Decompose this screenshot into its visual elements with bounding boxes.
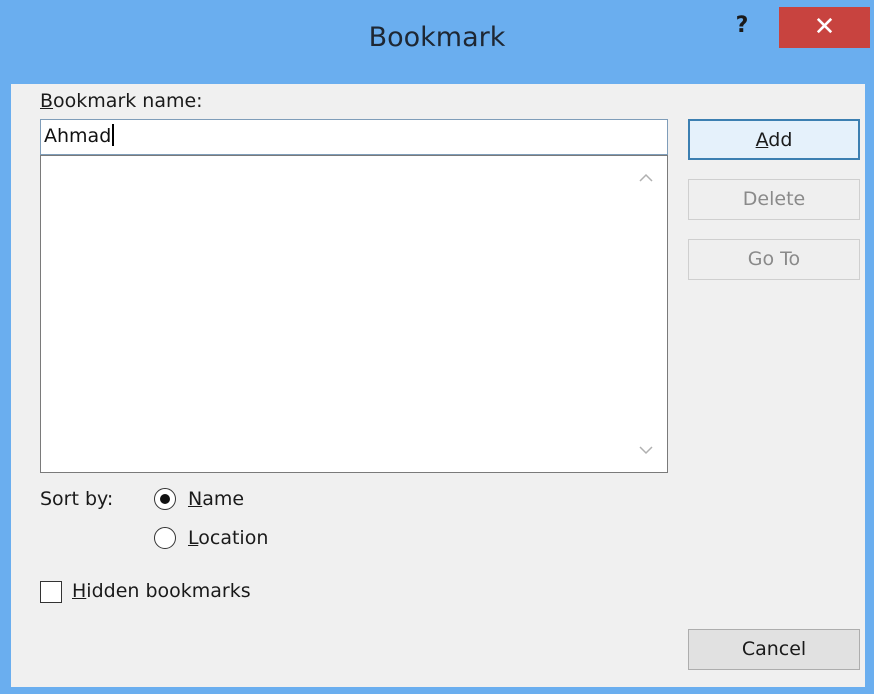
sort-by-label: Sort by: bbox=[40, 488, 114, 510]
help-button[interactable]: ? bbox=[722, 10, 762, 42]
text-caret bbox=[112, 124, 115, 146]
bookmark-name-value: Ahmad bbox=[44, 125, 112, 147]
bookmark-dialog: Bookmark ? ✕ Bookmark name: Ahmad Add De… bbox=[0, 0, 874, 694]
bookmark-list[interactable] bbox=[40, 155, 668, 473]
chevron-down-icon[interactable] bbox=[635, 440, 657, 458]
bookmark-name-label: Bookmark name: bbox=[40, 90, 203, 112]
delete-button[interactable]: Delete bbox=[688, 179, 860, 220]
cancel-button[interactable]: Cancel bbox=[688, 629, 860, 670]
close-button[interactable]: ✕ bbox=[779, 7, 870, 48]
bookmark-name-input[interactable]: Ahmad bbox=[40, 119, 668, 155]
sort-location-radio[interactable] bbox=[154, 527, 176, 549]
radio-selected-dot bbox=[160, 494, 170, 504]
goto-button[interactable]: Go To bbox=[688, 239, 860, 280]
dialog-body: Bookmark name: Ahmad Add Delete Go To So… bbox=[11, 84, 865, 687]
sort-name-label[interactable]: Name bbox=[188, 488, 244, 510]
sort-location-label[interactable]: Location bbox=[188, 527, 268, 549]
hidden-bookmarks-checkbox[interactable] bbox=[40, 581, 62, 603]
hidden-bookmarks-label[interactable]: Hidden bookmarks bbox=[72, 580, 251, 602]
add-button[interactable]: Add bbox=[688, 119, 860, 160]
chevron-up-icon[interactable] bbox=[635, 168, 657, 186]
title-bar[interactable]: Bookmark ? ✕ bbox=[0, 0, 874, 84]
sort-name-radio[interactable] bbox=[154, 488, 176, 510]
close-icon: ✕ bbox=[813, 12, 836, 42]
